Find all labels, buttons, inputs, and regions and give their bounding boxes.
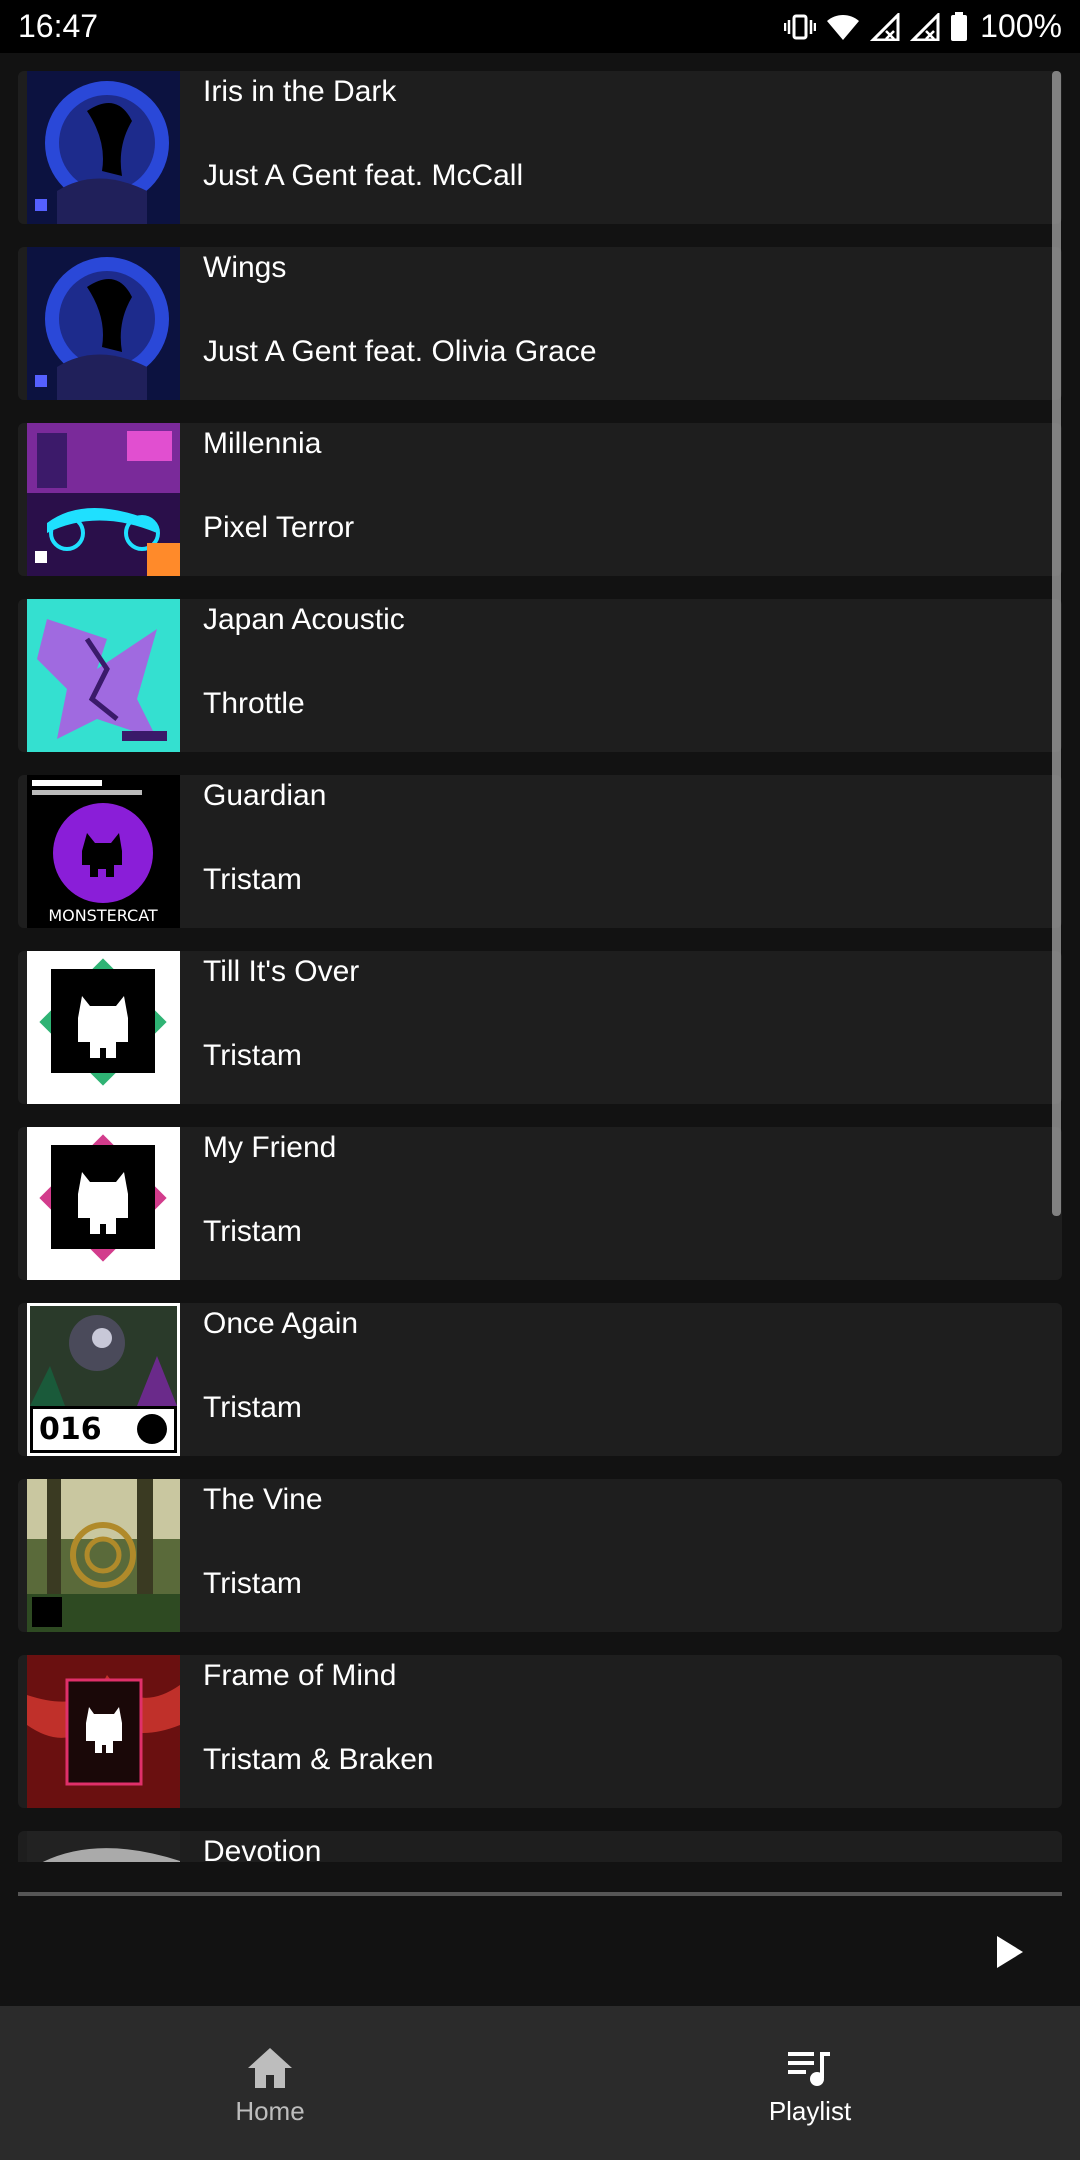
track-title: Till It's Over — [203, 955, 360, 988]
track-title: Once Again — [203, 1307, 359, 1340]
nav-playlist[interactable]: Playlist — [540, 2006, 1080, 2160]
battery-percent: 100% — [980, 8, 1062, 44]
track-row[interactable]: Frame of Mind Tristam & Braken — [18, 1655, 1062, 1808]
album-art — [27, 1655, 180, 1808]
album-art — [27, 1127, 180, 1280]
playlist-viewport[interactable]: Iris in the Dark Just A Gent feat. McCal… — [0, 53, 1080, 1862]
track-title: Japan Acoustic — [203, 603, 405, 636]
album-art: MONSTERCAT — [27, 775, 180, 928]
album-art — [27, 71, 180, 224]
track-artist: Just A Gent feat. Olivia Grace — [203, 335, 597, 368]
track-title: Guardian — [203, 779, 327, 812]
album-art — [27, 423, 180, 576]
album-art — [27, 1831, 180, 1862]
play-button[interactable] — [985, 1927, 1035, 1977]
album-art — [27, 951, 180, 1104]
track-artist: Tristam — [203, 1391, 302, 1424]
track-row[interactable]: Japan Acoustic Throttle — [18, 599, 1062, 752]
signal-icon — [870, 12, 900, 41]
mini-player — [0, 1862, 1080, 2006]
nav-playlist-label: Playlist — [768, 2095, 852, 2126]
track-artist: Just A Gent feat. McCall — [203, 159, 524, 192]
track-row[interactable]: Devotion — [18, 1831, 1062, 1862]
forest-spiral-art — [27, 1479, 180, 1632]
track-row[interactable]: 016 Once Again Tristam — [18, 1303, 1062, 1456]
track-row[interactable]: Till It's Over Tristam — [18, 951, 1062, 1104]
track-artist: Tristam — [203, 1567, 302, 1600]
home-icon — [248, 2047, 292, 2088]
nav-home[interactable]: Home — [0, 2006, 540, 2160]
status-bar: 16:47 100% — [0, 0, 1080, 53]
red-frame-art — [27, 1655, 180, 1808]
play-icon — [997, 1936, 1023, 1968]
grey-art — [27, 1831, 180, 1862]
track-title: Wings — [203, 251, 287, 284]
scrollbar[interactable] — [1052, 71, 1061, 1216]
track-title: My Friend — [203, 1131, 337, 1164]
blue-night-art — [27, 71, 180, 224]
track-row[interactable]: Millennia Pixel Terror — [18, 423, 1062, 576]
track-row[interactable]: My Friend Tristam — [18, 1127, 1062, 1280]
track-row[interactable]: The Vine Tristam — [18, 1479, 1062, 1632]
track-row[interactable]: Wings Just A Gent feat. Olivia Grace — [18, 247, 1062, 400]
track-artist: Throttle — [203, 687, 305, 720]
track-title: The Vine — [203, 1483, 323, 1516]
dark-forest-art: 016 — [27, 1303, 180, 1456]
blue-night-art — [27, 247, 180, 400]
purple-monstercat-art: MONSTERCAT — [27, 775, 180, 928]
neon-city-art — [27, 423, 180, 576]
album-art: 016 — [27, 1303, 180, 1456]
track-artist: Pixel Terror — [203, 511, 355, 544]
status-icons: 100% — [784, 8, 1062, 45]
status-time: 16:47 — [18, 8, 99, 44]
album-art — [27, 247, 180, 400]
track-title: Iris in the Dark — [203, 75, 397, 108]
wifi-icon — [826, 13, 860, 41]
track-title: Frame of Mind — [203, 1659, 397, 1692]
cyan-purple-art — [27, 599, 180, 752]
playlist-icon — [788, 2051, 830, 2086]
track-artist: Tristam — [203, 863, 302, 896]
vibrate-icon — [784, 13, 817, 41]
battery-icon — [950, 11, 968, 42]
green-diamond-art — [27, 951, 180, 1104]
art-label: 016 — [39, 1412, 102, 1447]
art-label: MONSTERCAT — [48, 906, 158, 925]
track-artist: Tristam — [203, 1039, 302, 1072]
nav-home-label: Home — [235, 2095, 305, 2126]
track-row[interactable]: Iris in the Dark Just A Gent feat. McCal… — [18, 71, 1062, 224]
track-title: Devotion — [203, 1835, 322, 1862]
album-art — [27, 1479, 180, 1632]
playback-progress-bar[interactable] — [18, 1892, 1062, 1896]
track-list: Iris in the Dark Just A Gent feat. McCal… — [18, 71, 1062, 1862]
album-art — [27, 599, 180, 752]
track-row[interactable]: MONSTERCAT Guardian Tristam — [18, 775, 1062, 928]
bottom-navigation: Home Playlist — [0, 2006, 1080, 2160]
track-title: Millennia — [203, 427, 322, 460]
track-artist: Tristam & Braken — [203, 1743, 434, 1776]
signal-icon — [910, 12, 940, 41]
pink-diamond-art — [27, 1127, 180, 1280]
track-artist: Tristam — [203, 1215, 302, 1248]
